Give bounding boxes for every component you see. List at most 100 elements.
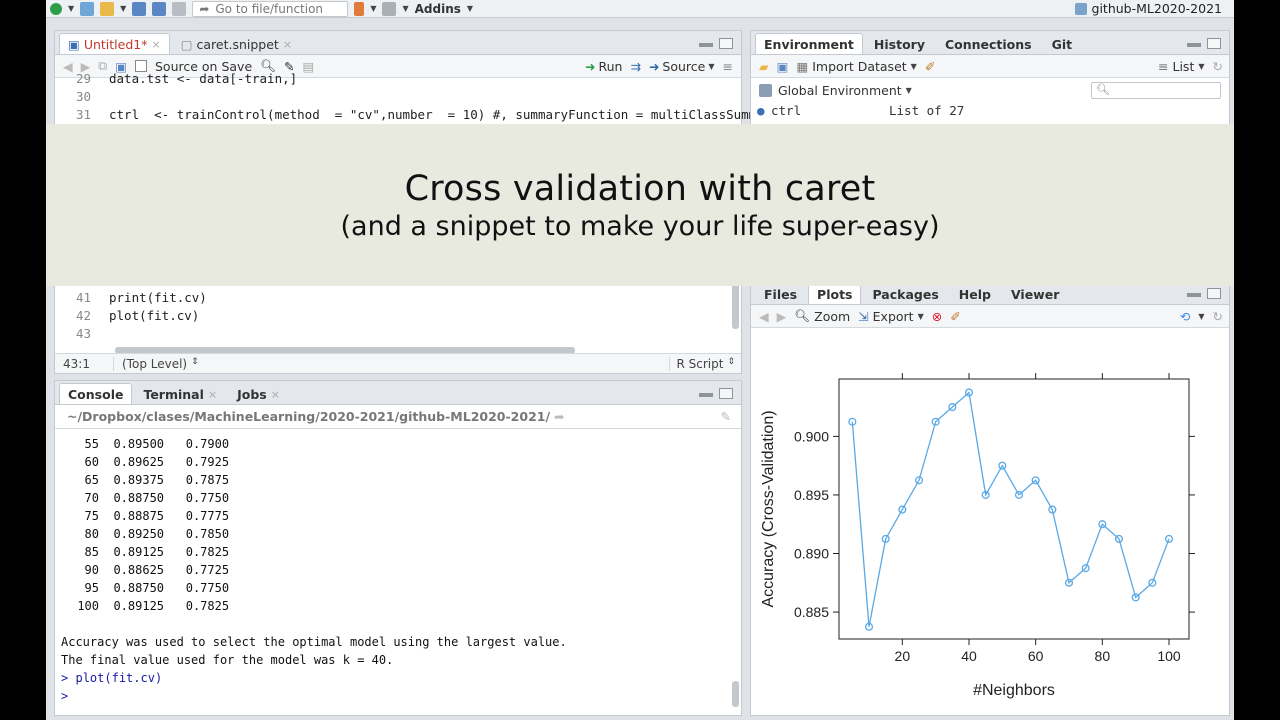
- tab-untitled1[interactable]: ▣ Untitled1* ×: [59, 33, 170, 54]
- broom-icon[interactable]: ✐: [950, 309, 960, 324]
- expand-icon[interactable]: ●: [751, 103, 771, 118]
- tab-label: Git: [1051, 36, 1073, 52]
- tab-label: Terminal: [143, 386, 204, 402]
- save-all-icon[interactable]: [152, 1, 167, 16]
- list-view-button[interactable]: ≡ List ▼: [1158, 59, 1205, 74]
- banner-subtitle: (and a snippet to make your life super-e…: [340, 210, 940, 242]
- remove-plot-icon[interactable]: ⊗: [932, 309, 942, 324]
- chevron-down-icon[interactable]: ▼: [68, 4, 74, 13]
- maximize-icon[interactable]: [1207, 288, 1221, 299]
- env-var-row[interactable]: ● ctrl List of 27: [751, 101, 1229, 119]
- source-tabs: ▣ Untitled1* × ▢ caret.snippet ×: [55, 31, 741, 55]
- goto-file-input[interactable]: ➦ Go to file/function: [192, 0, 349, 17]
- line-number: 41: [75, 290, 91, 305]
- chevron-down-icon[interactable]: ▼: [402, 4, 408, 13]
- minimize-icon[interactable]: [1187, 43, 1201, 47]
- scope-selector[interactable]: (Top Level) ⇕: [113, 356, 199, 371]
- addins-menu[interactable]: Addins: [415, 2, 461, 16]
- minimize-icon[interactable]: [699, 393, 713, 397]
- console-command: > plot(fit.cv): [61, 671, 163, 685]
- git-icon[interactable]: [354, 1, 365, 16]
- code-text: plot(fit.cv): [109, 308, 200, 323]
- new-project-icon[interactable]: [80, 1, 95, 16]
- arrow-right-icon: ➦: [199, 1, 210, 16]
- forward-arrow-icon[interactable]: ▶: [777, 309, 787, 324]
- series-line: [851, 391, 1170, 627]
- tab-history[interactable]: History: [865, 33, 934, 54]
- env-window-controls: [1187, 38, 1221, 49]
- tab-help[interactable]: Help: [950, 283, 1000, 304]
- close-icon[interactable]: ×: [283, 38, 292, 51]
- open-folder-icon[interactable]: ▰: [759, 59, 769, 74]
- tab-viewer[interactable]: Viewer: [1002, 283, 1068, 304]
- tab-git[interactable]: Git: [1043, 33, 1082, 54]
- back-arrow-icon[interactable]: ◀: [759, 309, 769, 324]
- tab-label: Jobs: [237, 386, 267, 402]
- env-search-input[interactable]: 🔍︎: [1091, 81, 1221, 99]
- tab-jobs[interactable]: Jobs ×: [228, 383, 289, 404]
- publish-icon[interactable]: ⟲: [1180, 309, 1190, 324]
- minimize-icon[interactable]: [1187, 293, 1201, 297]
- var-value: List of 27: [889, 102, 965, 118]
- run-button[interactable]: ➜ Run: [585, 59, 622, 74]
- tab-caret-snippet[interactable]: ▢ caret.snippet ×: [172, 33, 301, 54]
- chevron-down-icon[interactable]: ▼: [120, 4, 126, 13]
- rerun-icon[interactable]: ⇉: [630, 59, 640, 74]
- zoom-label: Zoom: [814, 308, 851, 324]
- tab-files[interactable]: Files: [755, 283, 806, 304]
- tab-connections[interactable]: Connections: [936, 33, 1041, 54]
- chevron-down-icon[interactable]: ▼: [467, 4, 473, 13]
- y-axis-label: Accuracy (Cross-Validation): [760, 410, 777, 607]
- maximize-icon[interactable]: [719, 38, 733, 49]
- console-scrollbar[interactable]: [732, 681, 739, 707]
- zoom-button[interactable]: 🔍︎ Zoom: [794, 308, 850, 324]
- project-icon: [1074, 2, 1087, 15]
- tab-label: Viewer: [1010, 286, 1060, 302]
- close-icon[interactable]: ×: [208, 388, 217, 401]
- open-file-icon[interactable]: [100, 1, 115, 16]
- result-row: 90 0.88625 0.7725: [84, 563, 230, 577]
- code-line: 30: [55, 89, 109, 107]
- close-icon[interactable]: ×: [151, 38, 160, 51]
- refresh-icon[interactable]: ↻: [1213, 59, 1229, 74]
- export-button[interactable]: ⇲ Export ▼: [858, 309, 924, 324]
- goto-directory-icon[interactable]: ➦: [554, 409, 564, 424]
- tab-console[interactable]: Console: [59, 383, 133, 404]
- accuracy-chart: 20 40 60 80 100 0.885 0.890 0.895 0.900 #Neighbor…: [760, 373, 1195, 699]
- close-icon[interactable]: ×: [271, 388, 280, 401]
- tab-plots[interactable]: Plots: [808, 283, 862, 304]
- clear-console-icon[interactable]: ✎: [721, 409, 741, 424]
- chevron-down-icon[interactable]: ▼: [370, 4, 376, 13]
- console-output[interactable]: 55 0.89500 0.7900 60 0.89625 0.7925 65 0…: [55, 429, 729, 715]
- minimize-icon[interactable]: [699, 43, 713, 47]
- maximize-icon[interactable]: [719, 388, 733, 399]
- source-arrow-icon: ➜: [648, 58, 660, 74]
- broom-icon[interactable]: ✐: [925, 59, 935, 74]
- new-file-icon[interactable]: [50, 2, 62, 15]
- console-prompt[interactable]: >: [61, 687, 68, 705]
- outline-icon[interactable]: ≡: [723, 59, 741, 74]
- vertical-scrollbar[interactable]: [732, 279, 739, 329]
- import-dataset-button[interactable]: ▦ Import Dataset ▼: [796, 59, 916, 74]
- print-icon[interactable]: [172, 1, 187, 16]
- filetype-selector[interactable]: R Script ⇕: [669, 356, 741, 371]
- project-menu[interactable]: github-ML2020-2021: [1074, 1, 1222, 16]
- save-icon[interactable]: [132, 1, 147, 16]
- chevron-down-icon[interactable]: ▼: [1198, 312, 1204, 321]
- code-line: 42 plot(fit.cv): [55, 308, 199, 326]
- refresh-icon[interactable]: ↻: [1213, 309, 1229, 324]
- y-tick-label: 0.890: [794, 546, 829, 562]
- code-line: 43: [55, 326, 109, 344]
- maximize-icon[interactable]: [1207, 38, 1221, 49]
- source-button[interactable]: ➜ Source ▼: [649, 59, 715, 74]
- global-env-dropdown[interactable]: Global Environment ▼: [778, 83, 912, 98]
- working-directory: ~/Dropbox/clases/MachineLearning/2020-20…: [67, 409, 551, 424]
- tab-environment[interactable]: Environment: [755, 33, 863, 54]
- tab-terminal[interactable]: Terminal ×: [134, 383, 226, 404]
- y-tick-label: 0.885: [794, 604, 829, 620]
- tab-packages[interactable]: Packages: [863, 283, 947, 304]
- save-icon[interactable]: ▣: [777, 59, 789, 74]
- grid-layout-icon[interactable]: [382, 1, 397, 16]
- compile-report-icon[interactable]: ▤: [303, 59, 315, 74]
